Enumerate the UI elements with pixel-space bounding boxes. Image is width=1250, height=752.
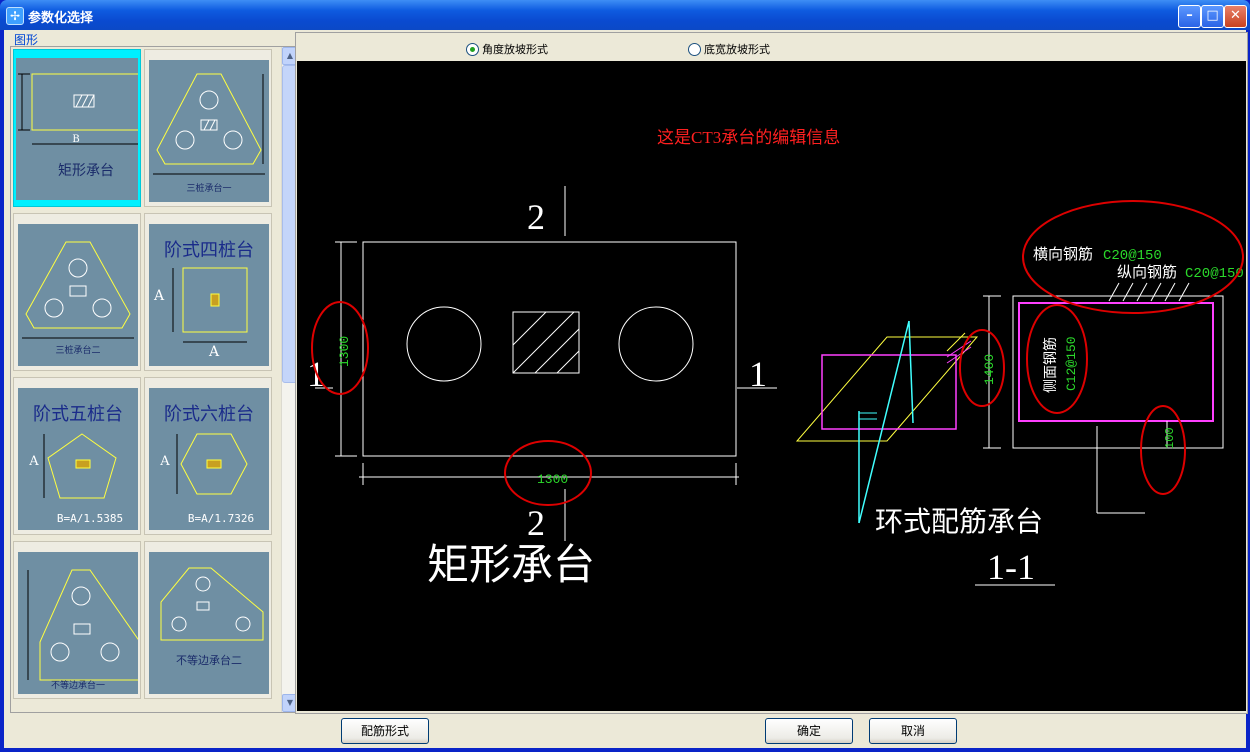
cad-drawing: 这是CT3承台的编辑信息 2 2 1 1 1300 1300 矩形承台 环式配筋… [307,128,1244,589]
cancel-button[interactable]: 取消 [869,718,957,744]
cover-dim-label: 100 [1163,427,1177,449]
radio-label: 角度放坡形式 [482,43,548,56]
dialog-body: 图形 B 矩形承台 三桩承台一 三桩承台二 阶式四桩台 A A 阶式五桩台 A … [4,30,1248,748]
shape-gallery: B 矩形承台 三桩承台一 三桩承台二 阶式四桩台 A A 阶式五桩台 A B=A… [10,46,298,713]
ring-rebar-title: 环式配筋承台 [875,506,1043,538]
thumb-step-six-pile[interactable]: 阶式六桩台 A B=A/1.7326 [144,377,272,535]
dim-a-label: A [160,454,170,469]
edit-info-text: 这是CT3承台的编辑信息 [657,128,840,147]
dim-a-label: A [29,454,39,469]
thumb-image: 阶式四桩台 A A [149,224,269,366]
thumb-caption: 不等边承台一 [50,681,105,691]
button-bar: 配筋形式 确定 取消 [4,715,1246,748]
minimize-button[interactable]: – [1178,5,1201,28]
radio-label: 底宽放坡形式 [704,43,770,56]
radio-bottom-width-slope[interactable]: 底宽放坡形式 [688,41,770,57]
thumb-image: 阶式五桩台 A B=A/1.5385 [18,388,138,530]
radio-circle[interactable] [688,42,701,56]
thumb-caption: 矩形承台 [58,163,114,179]
rect-cap-title: 矩形承台 [427,543,595,589]
ring-3d-rebar [821,354,957,430]
longitudinal-rebar-label: 纵向钢筋 [1117,264,1177,281]
thumb-three-pile-2[interactable]: 三桩承台二 [13,213,141,371]
highlight-marks [311,200,1244,506]
thumb-image: 不等边承台二 [149,552,269,694]
pile-circle [618,306,694,382]
thumb-image: 阶式六桩台 A B=A/1.7326 [149,388,269,530]
cad-preview-canvas: 这是CT3承台的编辑信息 2 2 1 1 1300 1300 矩形承台 环式配筋… [297,61,1246,711]
thumb-step-five-pile[interactable]: 阶式五桩台 A B=A/1.5385 [13,377,141,535]
thumb-image: 三桩承台二 [18,224,138,366]
dim-height-label: 1300 [337,336,352,367]
thumb-unequal-1[interactable]: 不等边承台一 [13,541,141,699]
thumb-caption: 不等边承台二 [176,654,242,667]
thumb-unequal-2[interactable]: 不等边承台二 [144,541,272,699]
thumb-image: B 矩形承台 [16,58,138,200]
unequal-1-thumb-graphic [27,569,138,681]
thumb-image: 三桩承台一 [149,60,269,202]
transverse-rebar-value: C20@150 [1103,248,1162,264]
unequal-2-thumb-graphic [160,567,264,641]
ring-3d-outline [795,336,979,442]
pile-circle [406,306,482,382]
dim-a-horizontal: A [208,344,220,360]
thumb-three-pile-1[interactable]: 三桩承台一 [144,49,272,207]
radio-angle-slope[interactable]: 角度放坡形式 [466,41,548,57]
cut-label-top: 2 [527,197,545,237]
cut-label-bottom: 2 [527,503,545,543]
section-height-label: 1400 [982,354,997,385]
section-title: 1-1 [987,547,1035,587]
thumb-caption: 三桩承台一 [186,184,232,194]
dim-a-vertical: A [153,288,165,304]
top-rebar-hatch [1108,282,1190,302]
window-title: 参数化选择 [28,11,94,26]
app-icon: ✢ [6,7,24,25]
cut-label-right: 1 [749,354,767,394]
formula-label: B=A/1.5385 [56,512,124,525]
column-hatch [512,311,580,374]
thumb-caption: 三桩承台二 [55,346,101,356]
preview-panel: 角度放坡形式 底宽放坡形式 这是CT3承台的编辑信息 2 2 1 1 1300 … [295,32,1248,714]
ok-button[interactable]: 确定 [765,718,853,744]
side-rebar-value: C12@150 [1064,336,1079,391]
dim-width-label: 1300 [537,472,568,487]
title-bar[interactable]: ✢ 参数化选择 – □ ✕ [0,0,1250,30]
formula-label: B=A/1.7326 [187,512,255,525]
thumb-image: 不等边承台一 [18,552,138,694]
rebar-form-button[interactable]: 配筋形式 [341,718,429,744]
radio-circle[interactable] [466,42,479,56]
dialog-window: ✢ 参数化选择 – □ ✕ 图形 B 矩形承台 三桩承台一 三桩承台二 阶式四桩… [0,0,1250,752]
maximize-button[interactable]: □ [1201,5,1224,28]
thumb-step-four-pile[interactable]: 阶式四桩台 A A [144,213,272,371]
gallery-scrollbar[interactable]: ▲ ▼ [281,47,298,712]
side-rebar-label: 侧面钢筋 [1042,337,1059,393]
transverse-rebar-label: 横向钢筋 [1033,246,1093,263]
longitudinal-rebar-value: C20@150 [1185,266,1244,282]
dim-b-label: B [72,134,80,145]
cap-outline [362,241,737,457]
thumb-rect-cap[interactable]: B 矩形承台 [13,49,141,207]
close-button[interactable]: ✕ [1224,5,1247,28]
